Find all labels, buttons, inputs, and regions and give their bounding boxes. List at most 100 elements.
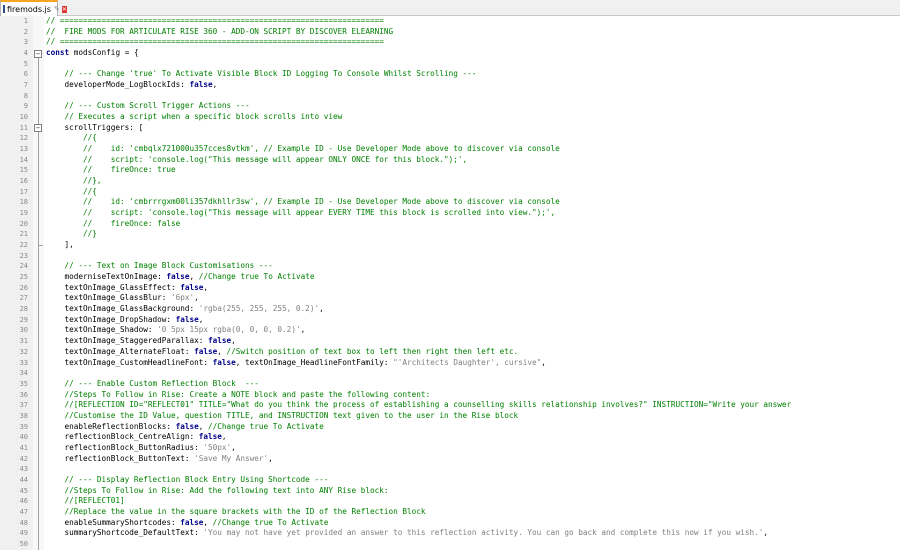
code-line[interactable]: 1 // ====================================… xyxy=(24,16,900,27)
code-line[interactable]: 41 reflectionBlock_ButtonRadius: '50px', xyxy=(20,443,900,454)
code-line[interactable]: 45 //Steps To Follow in Rise: Add the fo… xyxy=(20,486,900,497)
line-number: 38 xyxy=(19,411,28,420)
code-line[interactable]: 25 moderniseTextOnImage: false, //Change… xyxy=(20,272,900,283)
code-line[interactable]: 38 //Customise the ID Value, question TI… xyxy=(20,410,900,422)
code-line[interactable]: 24 // --- Text on Image Block Customisat… xyxy=(20,261,900,272)
code-line[interactable]: 26 textOnImage_GlassEffect: false, xyxy=(20,283,900,294)
code-token-plain: reflectionBlock_CentreAlign: xyxy=(46,432,199,442)
code-line[interactable]: 37 //[REFLECTION ID="REFLECT01" TITLE="W… xyxy=(20,400,900,411)
code-line[interactable]: 19 // script: 'console.log("This message… xyxy=(20,208,900,219)
code-line[interactable]: 7 developerMode_LogBlockIds: false, xyxy=(24,80,900,91)
code-line[interactable]: 42 reflectionBlock_ButtonText: 'Save My … xyxy=(20,454,900,465)
code-line[interactable]: 44 // --- Display Reflection Block Entry… xyxy=(20,475,900,486)
code-token-plain: , xyxy=(194,293,199,303)
code-line[interactable]: 33 textOnImage_CustomHeadlineFont: false… xyxy=(20,357,900,369)
code-token-plain: , xyxy=(221,432,227,442)
code-line[interactable]: 32 textOnImage_AlternateFloat: false, //… xyxy=(20,347,900,358)
tab-firemods-js[interactable]: firemods.js ✎ ✕ xyxy=(0,0,67,16)
code-line[interactable]: 8 xyxy=(24,91,900,102)
code-line[interactable]: 15 // fireOnce: true xyxy=(20,165,900,176)
line-number: 27 xyxy=(19,294,28,303)
code-line[interactable]: 49 summaryShortcode_DefaultText: 'You ma… xyxy=(20,528,900,539)
code-line[interactable]: 39 enableReflectionBlocks: false, //Chan… xyxy=(20,421,900,433)
code-line[interactable]: 46 //[REFLECT01] xyxy=(20,496,900,507)
code-token-str: 'rgba(255, 255, 255, 0.2)' xyxy=(198,304,320,314)
code-line[interactable]: 5 xyxy=(24,59,900,70)
line-number: 33 xyxy=(19,358,28,367)
code-token-comment: // script: 'console.log("This message wi… xyxy=(46,208,556,218)
code-token-plain: textOnImage_GlassBackground: xyxy=(46,304,199,314)
code-token-plain: textOnImage_StaggeredParallax: xyxy=(46,336,208,346)
code-line[interactable]: 17 //{ xyxy=(20,186,900,198)
pin-icon[interactable]: ✎ xyxy=(54,5,60,13)
code-line[interactable]: 43 xyxy=(20,464,900,475)
code-line[interactable]: 22 ], xyxy=(20,240,900,251)
code-line[interactable]: 11 scrollTriggers: [ xyxy=(20,123,900,134)
line-number: 7 xyxy=(23,81,28,90)
line-number: 28 xyxy=(19,305,28,314)
code-area[interactable]: 1 // ====================================… xyxy=(20,16,900,550)
line-number: 3 xyxy=(23,38,28,47)
line-number: 29 xyxy=(19,315,28,324)
code-line[interactable]: 27 textOnImage_GlassBlur: '6px', xyxy=(20,293,900,304)
code-token-comment: //[REFLECT01] xyxy=(46,496,125,506)
line-number: 4 xyxy=(23,49,28,58)
code-token-comment: //Change true To Activate xyxy=(208,421,324,431)
code-line[interactable]: 40 reflectionBlock_CentreAlign: false, xyxy=(20,432,900,443)
code-token-comment: //Customise the ID Value, question TITLE… xyxy=(46,410,519,420)
line-number: 45 xyxy=(19,486,28,495)
tab-bar: firemods.js ✎ ✕ xyxy=(0,0,900,16)
code-line[interactable]: 48 enableSummaryShortcodes: false, //Cha… xyxy=(20,517,900,529)
line-number: 31 xyxy=(19,337,28,346)
code-line[interactable]: 21 //} xyxy=(20,229,900,240)
code-token-plain: textOnImage_Shadow: xyxy=(46,325,158,335)
code-line[interactable]: 47 //Replace the value in the square bra… xyxy=(20,506,900,518)
line-number: 1 xyxy=(23,17,28,25)
code-line[interactable]: 30 textOnImage_Shadow: '0 5px 15px rgba(… xyxy=(20,325,900,336)
code-token-comment: //[REFLECTION ID="REFLECT01" TITLE="What… xyxy=(46,400,792,410)
tab-filename: firemods.js xyxy=(7,4,51,14)
code-line[interactable]: 4 const modsConfig = { xyxy=(24,48,900,59)
line-number: 13 xyxy=(19,145,28,154)
code-token-plain: , xyxy=(189,272,199,282)
code-token-kw: false xyxy=(212,357,236,367)
line-number: 41 xyxy=(19,443,28,452)
code-line[interactable]: 13 // id: 'cmbqlx721000u357cces8vtkm', /… xyxy=(20,144,900,155)
code-line[interactable]: 36 //Steps To Follow in Rise: Create a N… xyxy=(20,390,900,401)
code-line[interactable]: 16 //}, xyxy=(20,176,900,187)
code-token-comment: // --- Text on Image Block Customisation… xyxy=(46,261,273,271)
code-line[interactable]: 2 // FIRE MODS FOR ARTICULATE RISE 360 - … xyxy=(24,27,900,38)
code-editor[interactable]: − − 1 // ================================… xyxy=(0,16,900,550)
close-icon[interactable]: ✕ xyxy=(61,5,67,13)
code-line[interactable]: 14 // script: 'console.log("This message… xyxy=(20,155,900,166)
code-token-comment: // =====================================… xyxy=(46,16,384,25)
fold-toggle-icon[interactable]: − xyxy=(34,49,42,58)
code-line[interactable]: 9 // --- Custom Scroll Trigger Actions -… xyxy=(24,101,900,112)
code-token-plain: , xyxy=(198,314,204,324)
code-token-comment: // --- Change 'true' To Activate Visible… xyxy=(46,69,477,79)
code-token-comment: //Change true To Activate xyxy=(212,517,329,527)
line-number: 10 xyxy=(19,113,28,122)
code-line[interactable]: 34 xyxy=(20,368,900,379)
code-line[interactable]: 6 // --- Change 'true' To Activate Visib… xyxy=(24,69,900,80)
code-line[interactable]: 23 xyxy=(20,251,900,262)
code-line[interactable]: 35 // --- Enable Custom Reflection Block… xyxy=(20,379,900,390)
code-line[interactable]: 18 // id: 'cmbrrrgxm00li357dkhllr3sw', /… xyxy=(20,197,900,208)
line-number: 19 xyxy=(19,209,28,218)
code-token-comment: //{ xyxy=(46,186,97,196)
code-line[interactable]: 20 // fireOnce: false xyxy=(20,219,900,230)
code-line[interactable]: 29 textOnImage_DropShadow: false, xyxy=(20,314,900,326)
code-line[interactable]: 31 textOnImage_StaggeredParallax: false, xyxy=(20,336,900,347)
code-line[interactable]: 12 //{ xyxy=(20,133,900,144)
code-line[interactable]: 3 // ====================================… xyxy=(24,37,900,48)
code-line[interactable]: 50 xyxy=(20,539,900,550)
code-line[interactable]: 10 // Executes a script when a specific … xyxy=(20,112,900,123)
code-token-kw: false xyxy=(208,336,232,346)
fold-toggle-icon[interactable]: − xyxy=(34,124,42,133)
line-number: 23 xyxy=(19,251,28,260)
code-token-str: '0 5px 15px rgba(0, 0, 0, 0.2)' xyxy=(157,325,301,335)
code-line[interactable]: 28 textOnImage_GlassBackground: 'rgba(25… xyxy=(20,304,900,315)
code-token-comment: //Replace the value in the square bracke… xyxy=(46,506,426,516)
code-token-comment: // =====================================… xyxy=(46,37,384,47)
code-token-kw: false xyxy=(180,517,204,527)
